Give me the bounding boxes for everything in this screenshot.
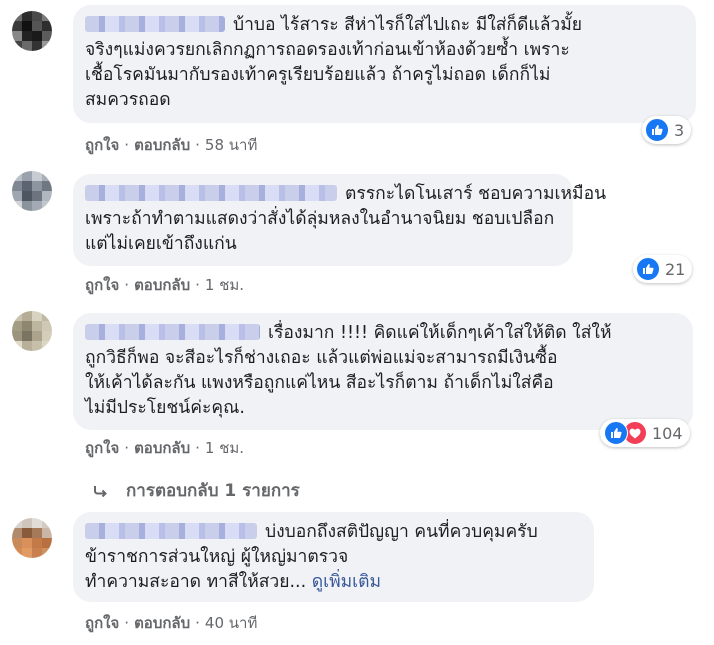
comment-text-line: ไม่มีประโยชน์ค่ะคุณ. [85,398,245,418]
author-name[interactable] [85,324,260,340]
comment-text-line: บ้าบอ ไร้สาระ สีห่าไรก็ใส่ไปเถะ มีใส่ก็ด… [233,15,583,35]
reaction-summary[interactable]: 3 [642,116,692,144]
separator-dot: · [124,136,130,154]
comment-text-line: แต่ไม่เคยเข้าถึงแก่น [85,234,237,254]
comment-text-line: เชื้อโรคมันมากับรองเท้าครูเรียบร้อยแล้ว … [85,65,551,85]
separator-dot: · [195,136,200,154]
comment-text-line: ทำความสะอาด ทาสีให้สวย... [85,572,307,592]
reply-button[interactable]: ตอบกลับ [134,439,190,457]
reply-button[interactable]: ตอบกลับ [134,614,190,632]
comment-text-line: สมควรถอด [85,90,171,110]
timestamp[interactable]: 58 นาที [205,136,257,154]
view-replies-link[interactable]: การตอบกลับ 1 รายการ [94,477,300,504]
separator-dot: · [195,614,200,632]
reaction-count: 3 [674,120,685,140]
comment-bubble: บ่งบอกถึงสติปัญญา คนที่ควบคุมครับ ข้าราช… [73,512,594,602]
timestamp[interactable]: 40 นาที [205,614,257,632]
reply-button[interactable]: ตอบกลับ [134,276,190,294]
comment-text-line: จริงๆแม่งควรยกเลิกกฏการถอดรองเท้าก่อนเข้… [85,40,570,60]
like-button[interactable]: ถูกใจ [85,276,119,294]
comment-text-line: เพราะถ้าทำตามแสดงว่าสั่งได้ลุ่มหลงในอำนา… [85,209,555,229]
comment-text-line: บ่งบอกถึงสติปัญญา คนที่ควบคุมครับ [265,522,538,542]
comment-actions: ถูกใจ · ตอบกลับ · 40 นาที [85,611,257,635]
author-name[interactable] [85,185,337,201]
like-reaction-icon [604,421,628,445]
reaction-count: 104 [652,423,683,443]
reaction-summary[interactable]: 21 [633,255,693,283]
avatar[interactable] [12,171,52,211]
comment-text-line: เรื่องมาก !!!! คิดแค่ให้เด็กๆเค้าใส่ให้ต… [268,323,612,343]
like-button[interactable]: ถูกใจ [85,439,119,457]
timestamp[interactable]: 1 ชม. [205,276,244,294]
separator-dot: · [124,276,130,294]
comment-text-line: ถูกวิธีก็พอ จะสีอะไรก็ช่างเถอะ แล้วแต่พ่… [85,348,558,368]
comment-bubble: ตรรกะไดโนเสาร์ ชอบความเหมือน เพราะถ้าทำต… [73,174,606,266]
reaction-summary[interactable]: 104 [600,419,690,447]
comment-text-line: ให้เค้าได้ละกัน แพงหรือถูกแค่ไหน สีอะไรก… [85,373,554,393]
separator-dot: · [124,439,130,457]
comment-text-line: ตรรกะไดโนเสาร์ ชอบความเหมือน [345,184,607,204]
comment-text-line: ข้าราชการส่วนใหญ่ ผู้ใหญ่มาตรวจ [85,547,349,567]
comment-actions: ถูกใจ · ตอบกลับ · 58 นาที [85,133,257,157]
reaction-count: 21 [665,259,686,279]
separator-dot: · [195,276,200,294]
see-more-link[interactable]: ดูเพิ่มเติม [312,572,381,592]
separator-dot: · [195,439,200,457]
comment-bubble: บ้าบอ ไร้สาระ สีห่าไรก็ใส่ไปเถะ มีใส่ก็ด… [73,5,696,123]
avatar[interactable] [12,11,52,51]
author-name[interactable] [85,16,225,32]
comment-bubble: เรื่องมาก !!!! คิดแค่ให้เด็กๆเค้าใส่ให้ต… [73,313,693,430]
avatar[interactable] [12,518,52,558]
comment-actions: ถูกใจ · ตอบกลับ · 1 ชม. [85,436,244,460]
view-replies-label: การตอบกลับ 1 รายการ [126,481,300,501]
like-button[interactable]: ถูกใจ [85,136,119,154]
reply-arrow-icon [94,485,108,497]
comment-actions: ถูกใจ · ตอบกลับ · 1 ชม. [85,273,244,297]
avatar[interactable] [12,311,52,351]
like-button[interactable]: ถูกใจ [85,614,119,632]
like-reaction-icon [636,257,660,281]
separator-dot: · [124,614,130,632]
author-name[interactable] [85,523,257,539]
timestamp[interactable]: 1 ชม. [205,439,244,457]
like-reaction-icon [645,118,669,142]
reply-button[interactable]: ตอบกลับ [134,136,190,154]
